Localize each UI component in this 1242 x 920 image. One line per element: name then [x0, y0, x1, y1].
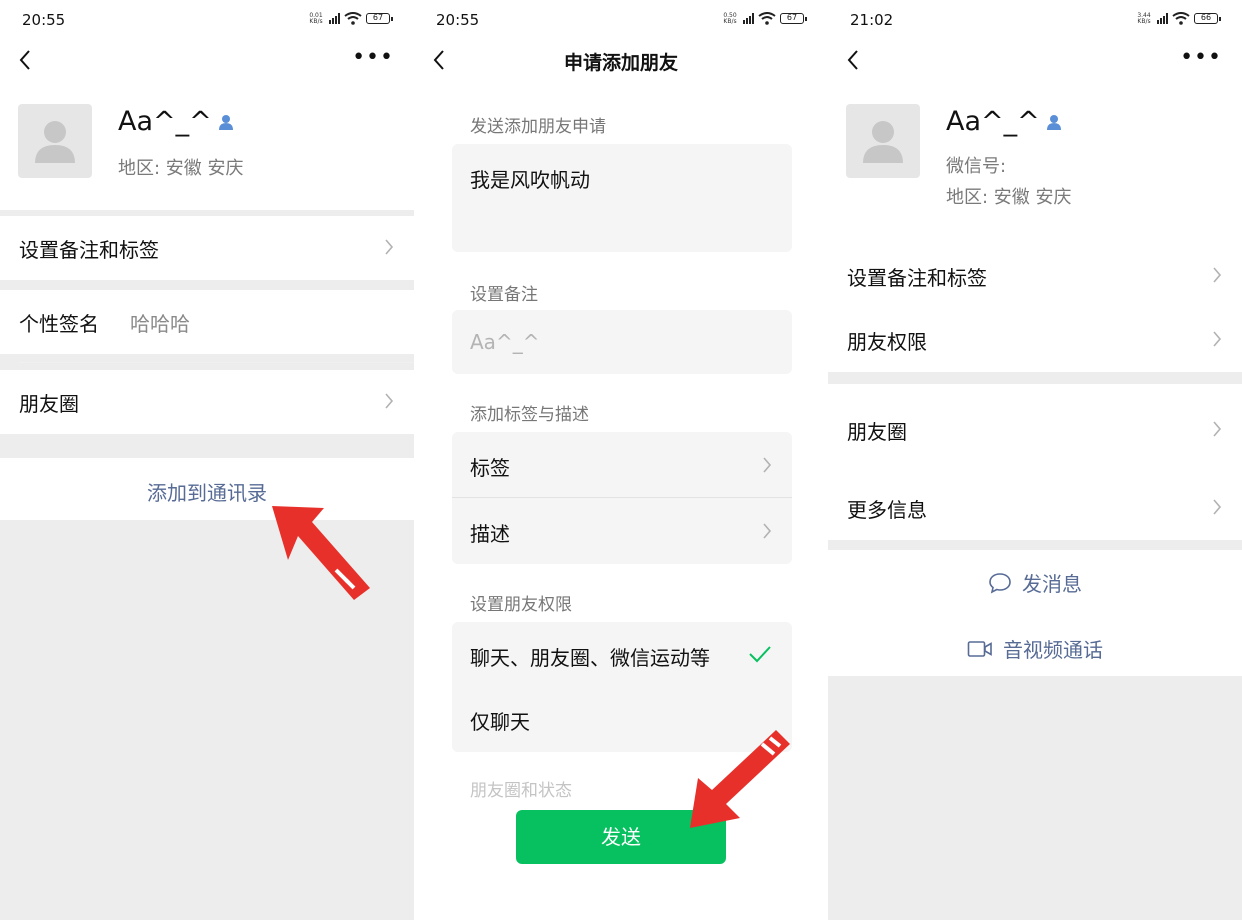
wifi-icon — [1172, 12, 1190, 25]
permission-chat-only-option[interactable]: 仅聊天 — [452, 686, 792, 752]
network-speed: 0.01 KB/s — [309, 11, 323, 25]
remark-tags-label: 设置备注和标签 — [19, 238, 159, 262]
tags-description-group: 标签 描述 — [452, 432, 792, 564]
description-label: 描述 — [470, 522, 510, 546]
friend-permission-label: 朋友权限 — [847, 330, 927, 354]
moments-row[interactable]: 朋友圈 — [828, 384, 1242, 472]
default-avatar-icon — [863, 121, 903, 163]
network-speed: 0.50 KB/s — [723, 11, 737, 25]
nav-header: 申请添加朋友 — [414, 40, 828, 82]
wifi-icon — [758, 12, 776, 25]
checkmark-icon — [749, 646, 771, 663]
signature-row: 个性签名 哈哈哈 — [0, 290, 414, 354]
send-message-label: 发消息 — [1022, 572, 1082, 596]
chevron-right-icon — [1213, 331, 1222, 347]
chevron-right-icon — [385, 239, 394, 255]
page-title: 申请添加朋友 — [563, 52, 678, 74]
nickname: Aa^_^ — [946, 106, 1062, 137]
section-permission-label: 设置朋友权限 — [470, 595, 572, 615]
send-message-button[interactable]: 发消息 — [828, 568, 1242, 597]
nickname-text: Aa^_^ — [118, 106, 212, 137]
nav-header: ••• — [828, 40, 1242, 82]
request-message-text: 我是风吹帆动 — [470, 168, 590, 192]
region-text: 地区: 安徽 安庆 — [946, 187, 1072, 208]
network-speed: 3.44 KB/s — [1137, 11, 1151, 25]
nav-header: ••• — [0, 40, 414, 82]
section-tags-label: 添加标签与描述 — [470, 405, 589, 425]
remark-tags-label: 设置备注和标签 — [847, 266, 987, 290]
remark-placeholder: Aa^_^ — [470, 330, 540, 354]
status-bar: 21:02 3.44 KB/s 66 — [828, 0, 1242, 40]
chevron-right-icon — [385, 393, 394, 409]
chat-bubble-icon — [989, 572, 1011, 594]
send-button[interactable]: 发送 — [516, 810, 726, 864]
more-options-icon[interactable]: ••• — [352, 47, 394, 69]
chevron-right-icon — [1213, 267, 1222, 283]
battery-icon: 66 — [1194, 13, 1221, 24]
gender-icon — [218, 114, 233, 130]
wechat-id-text: 微信号: — [946, 156, 1007, 177]
signal-icon — [329, 13, 340, 24]
friend-permission-row[interactable]: 朋友权限 — [828, 308, 1242, 372]
chevron-right-icon — [1213, 421, 1222, 437]
status-time: 20:55 — [436, 11, 480, 29]
status-time: 20:55 — [22, 11, 66, 29]
actions-area: 发消息 音视频通话 — [828, 550, 1242, 676]
profile-card: Aa^_^ 地区: 安徽 安庆 — [0, 82, 414, 210]
signal-icon — [743, 13, 754, 24]
video-camera-icon — [967, 640, 992, 657]
default-avatar-icon — [35, 121, 75, 163]
battery-icon: 67 — [780, 13, 807, 24]
chevron-right-icon — [763, 457, 772, 473]
add-friend-request-panel: 20:55 0.50 KB/s 67 申请添加朋友 发送添加朋友申请 我是风吹帆… — [414, 0, 828, 920]
section-moments-label: 朋友圈和状态 — [470, 781, 572, 801]
permission-all-option[interactable]: 聊天、朋友圈、微信运动等 — [452, 622, 792, 686]
moments-label: 朋友圈 — [847, 420, 907, 444]
signal-icon — [1157, 13, 1168, 24]
video-call-label: 音视频通话 — [1003, 638, 1103, 662]
status-bar: 20:55 0.50 KB/s 67 — [414, 0, 828, 40]
back-arrow-icon[interactable] — [16, 48, 36, 72]
request-message-field[interactable]: 我是风吹帆动 — [452, 144, 792, 252]
moments-row[interactable]: 朋友圈 — [0, 370, 414, 434]
moments-label: 朋友圈 — [19, 392, 79, 416]
nickname: Aa^_^ — [118, 106, 234, 137]
region-text: 地区: 安徽 安庆 — [118, 158, 244, 179]
remark-tags-row[interactable]: 设置备注和标签 — [0, 216, 414, 280]
wifi-icon — [344, 12, 362, 25]
status-time: 21:02 — [850, 11, 894, 29]
gender-icon — [1046, 114, 1061, 130]
section-request-label: 发送添加朋友申请 — [470, 117, 606, 137]
signature-label: 个性签名 — [19, 312, 99, 336]
profile-panel-before-add: 20:55 0.01 KB/s 67 ••• Aa^_^ 地区: 安徽 安庆 设… — [0, 0, 414, 920]
remark-input[interactable]: Aa^_^ — [452, 310, 792, 374]
section-remark-label: 设置备注 — [470, 285, 538, 305]
signature-value: 哈哈哈 — [130, 312, 190, 336]
more-info-label: 更多信息 — [847, 498, 927, 522]
description-row[interactable]: 描述 — [452, 498, 792, 564]
nickname-text: Aa^_^ — [946, 106, 1040, 137]
tags-label: 标签 — [470, 456, 510, 480]
avatar[interactable] — [18, 104, 92, 178]
tags-row[interactable]: 标签 — [452, 432, 792, 498]
profile-card: Aa^_^ 微信号: 地区: 安徽 安庆 — [828, 82, 1242, 244]
add-contact-area: 添加到通讯录 — [0, 458, 414, 520]
add-to-contacts-button[interactable]: 添加到通讯录 — [0, 477, 414, 506]
more-info-row[interactable]: 更多信息 — [828, 472, 1242, 540]
avatar[interactable] — [846, 104, 920, 178]
permission-all-label: 聊天、朋友圈、微信运动等 — [470, 646, 710, 670]
row-divider — [19, 362, 414, 363]
video-call-button[interactable]: 音视频通话 — [828, 634, 1242, 663]
chevron-right-icon — [1213, 499, 1222, 515]
permission-group: 聊天、朋友圈、微信运动等 仅聊天 — [452, 622, 792, 752]
remark-tags-row[interactable]: 设置备注和标签 — [828, 244, 1242, 308]
permission-chat-only-label: 仅聊天 — [470, 710, 530, 734]
chevron-right-icon — [763, 523, 772, 539]
status-bar: 20:55 0.01 KB/s 67 — [0, 0, 414, 40]
more-options-icon[interactable]: ••• — [1180, 47, 1222, 69]
profile-panel-after-add: 21:02 3.44 KB/s 66 ••• Aa^_^ 微信号: 地区: 安徽… — [828, 0, 1242, 920]
back-arrow-icon[interactable] — [844, 48, 864, 72]
battery-icon: 67 — [366, 13, 393, 24]
